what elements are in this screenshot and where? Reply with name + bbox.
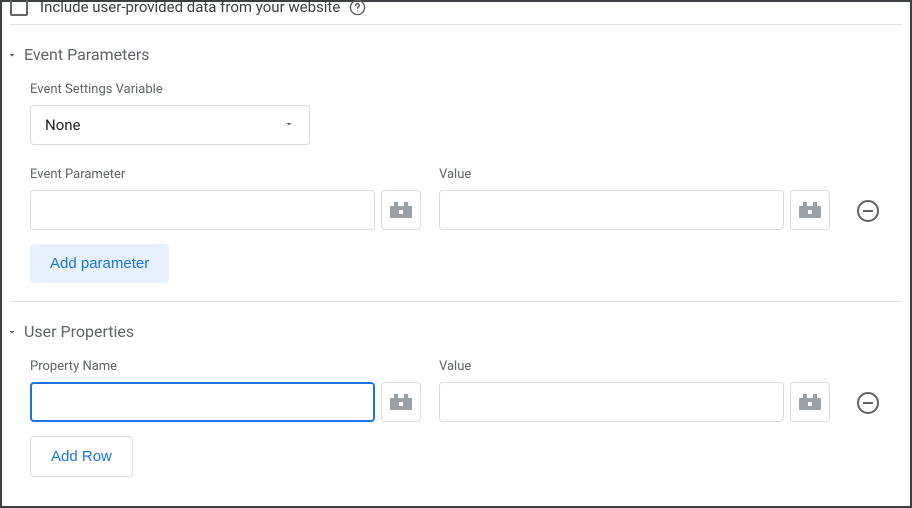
remove-parameter-button[interactable] <box>854 197 882 225</box>
help-icon[interactable] <box>348 0 366 16</box>
event-value-input[interactable] <box>439 190 784 230</box>
event-value-label: Value <box>439 167 830 182</box>
user-properties-title: User Properties <box>24 322 134 341</box>
property-name-label: Property Name <box>30 359 421 374</box>
property-value-label: Value <box>439 359 830 374</box>
property-value-variable-button[interactable] <box>790 382 830 422</box>
include-user-data-label: Include user-provided data from your web… <box>40 0 340 16</box>
event-settings-variable-label: Event Settings Variable <box>30 82 882 97</box>
dropdown-arrow-icon <box>283 116 295 134</box>
property-name-variable-button[interactable] <box>381 382 421 422</box>
property-name-input[interactable] <box>30 382 375 422</box>
event-parameter-input[interactable] <box>30 190 375 230</box>
add-row-button[interactable]: Add Row <box>30 436 133 477</box>
event-parameter-label: Event Parameter <box>30 167 421 182</box>
event-settings-variable-select[interactable]: None <box>30 105 310 145</box>
event-parameters-header[interactable]: Event Parameters <box>12 45 882 64</box>
chevron-down-icon <box>6 326 18 338</box>
chevron-down-icon <box>6 49 18 61</box>
event-parameters-title: Event Parameters <box>24 45 150 64</box>
include-user-data-checkbox[interactable] <box>10 0 28 16</box>
add-parameter-button[interactable]: Add parameter <box>30 244 169 283</box>
user-properties-header[interactable]: User Properties <box>12 322 882 341</box>
property-value-input[interactable] <box>439 382 784 422</box>
event-value-variable-button[interactable] <box>790 190 830 230</box>
event-settings-variable-value: None <box>45 116 81 134</box>
remove-property-button[interactable] <box>854 389 882 417</box>
event-parameter-variable-button[interactable] <box>381 190 421 230</box>
